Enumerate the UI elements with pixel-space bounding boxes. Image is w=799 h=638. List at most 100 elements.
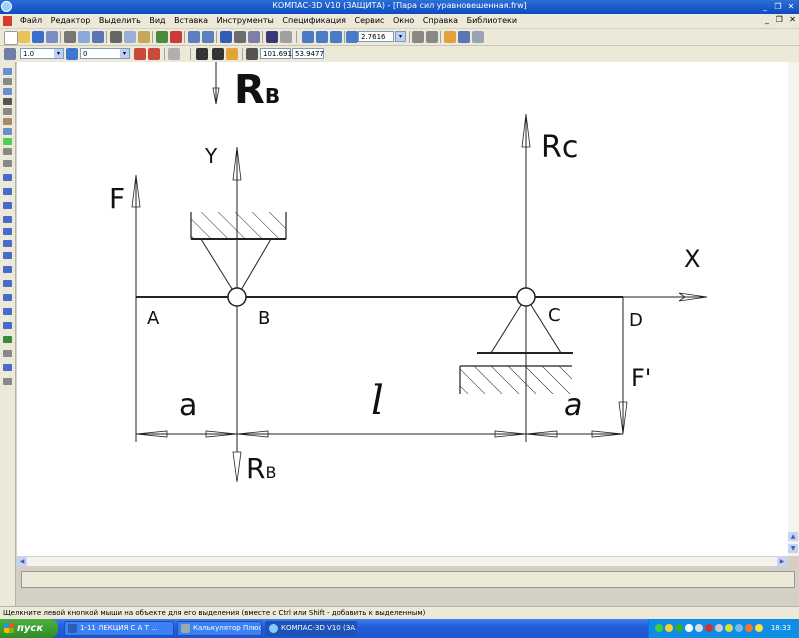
variables-icon[interactable] xyxy=(234,31,246,43)
tray-icon[interactable] xyxy=(755,624,763,632)
color-icon[interactable] xyxy=(134,48,146,60)
params-tab-icon[interactable] xyxy=(3,108,12,115)
segment-tool-2-icon[interactable] xyxy=(3,202,12,209)
help-cursor-icon[interactable] xyxy=(266,31,278,43)
menu-specification[interactable]: Спецификация xyxy=(282,16,346,25)
spec-tab-icon[interactable] xyxy=(3,138,12,145)
point-tool-icon[interactable] xyxy=(3,160,12,167)
scroll-down-icon[interactable]: ▼ xyxy=(788,544,798,553)
taskbar-item-calculator[interactable]: Калькулятор Плюс xyxy=(177,621,262,636)
menu-view[interactable]: Вид xyxy=(149,16,165,25)
new-document-icon[interactable] xyxy=(4,31,18,45)
menu-libraries[interactable]: Библиотеки xyxy=(467,16,517,25)
tray-icon[interactable] xyxy=(745,624,753,632)
coord-y-field[interactable]: 53.9477 xyxy=(292,48,324,59)
close-button[interactable]: ✕ xyxy=(786,2,796,12)
layer-properties-icon[interactable] xyxy=(148,48,160,60)
menu-file[interactable]: Файл xyxy=(20,16,42,25)
ellipse-tool-icon[interactable] xyxy=(3,240,12,247)
menu-tools[interactable]: Инструменты xyxy=(217,16,274,25)
save-all-icon[interactable] xyxy=(46,31,58,43)
scroll-right-icon[interactable]: ▶ xyxy=(777,557,787,566)
layer-icon[interactable] xyxy=(66,48,78,60)
scroll-left-icon[interactable]: ◀ xyxy=(17,557,27,566)
menu-edit[interactable]: Редактор xyxy=(51,16,91,25)
grid-icon[interactable] xyxy=(168,48,180,60)
edit-tab-icon[interactable] xyxy=(3,98,12,105)
window-titlebar[interactable]: КОМПАС-3D V10 (ЗАЩИТА) - [Пара сил уравн… xyxy=(0,0,799,14)
zoom-in-icon[interactable] xyxy=(316,31,328,43)
print-icon[interactable] xyxy=(64,31,76,43)
aux-line-tool-icon[interactable] xyxy=(3,174,12,181)
hatch-tool-icon[interactable] xyxy=(3,350,12,357)
chamfer-tool-icon[interactable] xyxy=(3,308,12,315)
start-button[interactable]: пуск xyxy=(0,619,58,638)
windows-icon[interactable] xyxy=(458,31,470,43)
local-cs-icon[interactable] xyxy=(196,48,208,60)
scroll-up-icon[interactable]: ▲ xyxy=(788,532,798,541)
redo-icon[interactable] xyxy=(202,31,214,43)
tray-icon[interactable] xyxy=(705,624,713,632)
coord-x-field[interactable]: 101.691 xyxy=(260,48,292,59)
curve-tool-icon[interactable] xyxy=(3,266,12,273)
zoom-scale-field[interactable]: 2.7616 xyxy=(358,31,394,42)
doc-minimize-button[interactable]: _ xyxy=(765,15,769,24)
cursor-coords-icon[interactable] xyxy=(246,48,258,60)
style-icon[interactable] xyxy=(4,48,16,60)
drawing-canvas[interactable]: RB Y F Rc X A B C D F' a l a RB xyxy=(17,62,799,556)
polyline-tool-icon[interactable] xyxy=(3,280,12,287)
select-tab-icon[interactable] xyxy=(3,128,12,135)
verify-icon[interactable] xyxy=(156,31,168,43)
doc-restore-button[interactable]: ❐ xyxy=(776,15,783,24)
menu-insert[interactable]: Вставка xyxy=(174,16,208,25)
zoom-window-icon[interactable] xyxy=(302,31,314,43)
zoom-scale-icon[interactable] xyxy=(346,31,358,43)
print-preview-icon[interactable] xyxy=(78,31,90,43)
tray-icon[interactable] xyxy=(665,624,673,632)
menu-select[interactable]: Выделить xyxy=(99,16,141,25)
undo-icon[interactable] xyxy=(188,31,200,43)
show-all-icon[interactable] xyxy=(426,31,438,43)
tray-icon[interactable] xyxy=(685,624,693,632)
tray-icon[interactable] xyxy=(725,624,733,632)
rectangle-tool-icon[interactable] xyxy=(3,322,12,329)
menu-service[interactable]: Сервис xyxy=(355,16,385,25)
contour-tool-icon[interactable] xyxy=(3,336,12,343)
circle-tool-icon[interactable] xyxy=(3,216,12,223)
vertical-scrollbar[interactable]: ▲ ▼ xyxy=(788,62,799,556)
dimensions-tab-icon[interactable] xyxy=(3,78,12,85)
zoom-out-icon[interactable] xyxy=(330,31,342,43)
menu-help[interactable]: Справка xyxy=(423,16,458,25)
arrow-dropdown-icon[interactable] xyxy=(280,31,292,43)
tray-icon[interactable] xyxy=(675,624,683,632)
taskbar-item-kompas[interactable]: КОМПАС-3D V10 (ЗА... xyxy=(265,621,357,636)
library-icon[interactable] xyxy=(170,31,182,43)
zoom-dropdown-button[interactable]: ▾ xyxy=(395,31,406,42)
properties-icon[interactable] xyxy=(92,31,104,43)
reports-tab-icon[interactable] xyxy=(3,148,12,155)
clock[interactable]: 18:33 xyxy=(771,624,791,632)
ortho-icon[interactable] xyxy=(212,48,224,60)
equidistant-tool-icon[interactable] xyxy=(3,364,12,371)
tray-icon[interactable] xyxy=(735,624,743,632)
save-icon[interactable] xyxy=(32,31,44,43)
paste-icon[interactable] xyxy=(138,31,150,43)
document-icon[interactable] xyxy=(3,16,12,26)
minimize-button[interactable]: _ xyxy=(760,2,770,12)
fillet-tool-icon[interactable] xyxy=(3,294,12,301)
copy-icon[interactable] xyxy=(124,31,136,43)
designations-tab-icon[interactable] xyxy=(3,88,12,95)
layout-icon[interactable] xyxy=(472,31,484,43)
manager-icon[interactable] xyxy=(220,31,232,43)
tray-icon[interactable] xyxy=(655,624,663,632)
collect-contour-tool-icon[interactable] xyxy=(3,378,12,385)
maximize-button[interactable]: ❐ xyxy=(773,2,783,12)
line-width-field[interactable]: 1.0 ▾ xyxy=(20,48,64,59)
segment-tool-icon[interactable] xyxy=(3,188,12,195)
doc-close-button[interactable]: ✕ xyxy=(789,15,796,24)
fx-icon[interactable] xyxy=(248,31,260,43)
pan-icon[interactable] xyxy=(412,31,424,43)
snap-icon[interactable] xyxy=(226,48,238,60)
refresh-icon[interactable] xyxy=(444,31,456,43)
cut-icon[interactable] xyxy=(110,31,122,43)
